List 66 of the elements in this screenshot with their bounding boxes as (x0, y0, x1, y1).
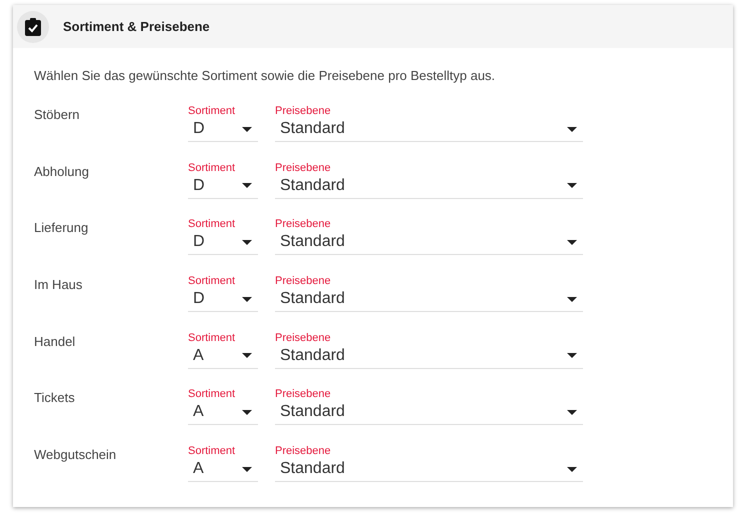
field-label: Sortiment (188, 445, 236, 458)
field-label: Sortiment (188, 275, 236, 288)
description-text: Wählen Sie das gewünschte Sortiment sowie die Preisebene pro Bestelltyp aus. (34, 68, 496, 83)
caret-icon (567, 240, 577, 245)
preisebene-select[interactable]: Preisebene Standard (275, 100, 583, 142)
order-type-label: Tickets (34, 389, 76, 408)
caret-icon (567, 410, 577, 415)
caret-icon (242, 240, 252, 245)
select-value: Standard (280, 403, 345, 422)
section-title: Sortiment & Preisebene (63, 19, 210, 34)
field-label: Sortiment (188, 218, 236, 230)
sortiment-select[interactable]: Sortiment D (188, 100, 258, 142)
field-label: Preisebene (275, 445, 331, 458)
preisebene-select[interactable]: Preisebene Standard (275, 270, 583, 312)
field-label: Sortiment (188, 332, 236, 344)
field-label: Sortiment (188, 105, 236, 117)
field-label: Sortiment (188, 388, 236, 400)
sortiment-select[interactable]: Sortiment D (188, 156, 258, 199)
select-value: D (193, 176, 205, 195)
field-label: Preisebene (275, 162, 331, 174)
select-value: D (193, 233, 205, 252)
select-value: A (193, 346, 204, 365)
select-value: D (193, 290, 205, 308)
order-type-label: Im Haus (34, 276, 84, 294)
sortiment-select[interactable]: Sortiment D (188, 270, 258, 312)
order-type-label: Webgutschein (34, 446, 118, 464)
caret-icon (242, 126, 252, 132)
field-label: Preisebene (275, 105, 331, 117)
preisebene-select[interactable]: Preisebene Standard (275, 383, 583, 426)
field-label: Preisebene (275, 388, 331, 400)
sortiment-select[interactable]: Sortiment A (188, 383, 258, 426)
select-value: D (193, 120, 205, 138)
preisebene-select[interactable]: Preisebene Standard (275, 213, 583, 256)
select-value: Standard (280, 346, 345, 365)
field-label: Preisebene (275, 275, 331, 288)
sortiment-select[interactable]: Sortiment A (188, 326, 258, 369)
order-type-label: Handel (34, 332, 76, 351)
preisebene-select[interactable]: Preisebene Standard (275, 156, 583, 199)
field-label: Preisebene (275, 218, 331, 230)
select-value: Standard (280, 176, 345, 195)
caret-icon (567, 183, 577, 188)
select-value: Standard (280, 233, 345, 252)
select-value: Standard (280, 290, 345, 308)
caret-icon (567, 296, 577, 302)
select-value: Standard (280, 120, 345, 138)
order-type-label: Lieferung (34, 219, 90, 238)
caret-icon (242, 296, 252, 302)
caret-icon (567, 353, 577, 358)
sortiment-select[interactable]: Sortiment A (188, 440, 258, 482)
field-label: Preisebene (275, 332, 331, 344)
caret-icon (567, 126, 577, 132)
sortiment-select[interactable]: Sortiment D (188, 213, 258, 256)
clipboard-check-icon (17, 10, 49, 42)
preisebene-select[interactable]: Preisebene Standard (275, 326, 583, 369)
caret-icon (242, 353, 252, 358)
caret-icon (242, 410, 252, 415)
caret-icon (242, 183, 252, 188)
select-value: Standard (280, 460, 345, 478)
select-value: A (193, 460, 204, 478)
order-type-label: Stöbern (34, 106, 81, 124)
caret-icon (242, 466, 252, 472)
field-label: Sortiment (188, 162, 236, 174)
caret-icon (567, 466, 577, 472)
select-value: A (193, 403, 204, 422)
preisebene-select[interactable]: Preisebene Standard (275, 440, 583, 482)
order-type-label: Abholung (34, 162, 90, 181)
